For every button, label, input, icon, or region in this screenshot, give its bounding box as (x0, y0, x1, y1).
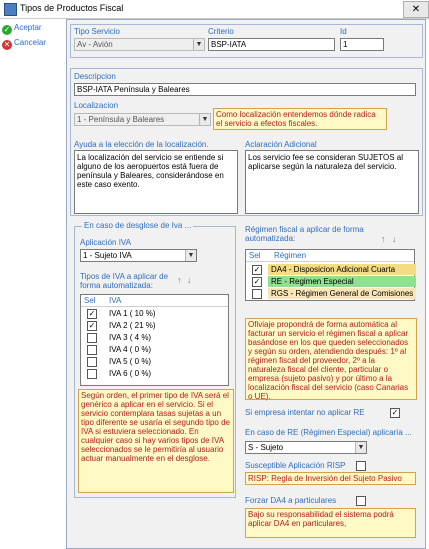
regimen-col-sel: Sel (249, 251, 261, 260)
da4-label: Forzar DA4 a particulares (245, 496, 337, 505)
iva-row[interactable]: IVA 5 ( 0 %) (81, 357, 228, 367)
title-bar: Tipos de Productos Fiscal ✕ (0, 0, 429, 19)
caso-re-select[interactable]: S - Sujeto ▼ (245, 441, 367, 454)
window-title: Tipos de Productos Fiscal (20, 3, 124, 13)
regimen-note: Ofiviaje propondrá de forma automática a… (245, 318, 417, 401)
regimen-row[interactable]: DA4 - Disposicion Adicional Cuarta ✓ (246, 264, 416, 275)
iva-header-divider (81, 306, 228, 307)
regimen-row-label: DA4 - Disposicion Adicional Cuarta (268, 264, 416, 275)
iva-row-label: IVA 5 ( 0 %) (109, 357, 152, 366)
side-toolbar: ✓ Aceptar ✕ Cancelar (0, 19, 64, 549)
sort-up-icon[interactable]: ↑ (177, 275, 182, 285)
localizacion-select[interactable]: 1 - Península y Baleares ▼ (74, 113, 211, 126)
desglose-title: En caso de desglose de Iva ... (82, 221, 194, 230)
ayuda-label: Ayuda a la elección de la localización. (74, 140, 209, 149)
regimen-row[interactable]: RE - Regimen Especial ✓ (246, 276, 416, 287)
regimen-row-label: RGS - Régimen General de Comisiones (268, 288, 416, 299)
regimen-row-checkbox[interactable] (252, 289, 262, 299)
chevron-down-icon: ▼ (199, 114, 210, 125)
da4-checkbox[interactable] (356, 496, 366, 506)
tipo-servicio-select[interactable]: Av - Avión ▼ (74, 38, 205, 51)
tipos-iva-label: Tipos de IVA a aplicar de forma automati… (80, 272, 169, 290)
localizacion-note: Como localización entendemos dónde radic… (213, 108, 387, 130)
aclaracion-textarea[interactable]: Los servicio fee se consideran SUJETOS a… (245, 150, 419, 214)
regimen-row-checkbox[interactable]: ✓ (252, 277, 262, 287)
close-button[interactable]: ✕ (403, 1, 429, 18)
si-empresa-label: Si empresa intentar no aplicar RE (245, 408, 365, 417)
iva-row-checkbox[interactable] (87, 357, 97, 367)
chevron-down-icon: ▼ (185, 250, 196, 261)
iva-col-iva: IVA (109, 296, 122, 305)
iva-row[interactable]: IVA 3 ( 4 %) (81, 333, 228, 343)
caso-re-label: En caso de RE (Régimen Especial) aplicar… (245, 428, 412, 437)
descripcion-label: Descripcion (74, 72, 116, 81)
iva-row-checkbox[interactable]: ✓ (87, 309, 97, 319)
caso-re-value: S - Sujeto (248, 443, 284, 452)
iva-row-label: IVA 6 ( 0 %) (109, 369, 152, 378)
aclaracion-label: Aclaración Adicional (245, 140, 317, 149)
ayuda-textarea[interactable]: La localización del servicio se entiende… (74, 150, 238, 214)
regimen-header-divider (246, 261, 414, 262)
risp-label: Susceptible Aplicación RISP (245, 461, 346, 470)
iva-row-label: IVA 4 ( 0 %) (109, 345, 152, 354)
accept-label: Aceptar (14, 23, 42, 32)
iva-row-checkbox[interactable] (87, 333, 97, 343)
localizacion-value: 1 - Península y Baleares (77, 115, 165, 124)
regimen-col-reg: Régimen (274, 251, 307, 260)
sort-down-icon[interactable]: ↓ (392, 234, 397, 244)
aplicacion-iva-select[interactable]: 1 - Sujeto IVA ▼ (80, 249, 197, 262)
descripcion-input[interactable]: BSP-IATA Península y Baleares (74, 83, 416, 96)
id-input[interactable]: 1 (340, 38, 384, 51)
localizacion-label: Localizacion (74, 101, 119, 110)
accept-button[interactable]: ✓ Aceptar (2, 23, 42, 35)
regimen-row-checkbox[interactable]: ✓ (252, 265, 262, 275)
regimen-row[interactable]: RGS - Régimen General de Comisiones (246, 288, 416, 299)
regimen-list: Sel Régimen DA4 - Disposicion Adicional … (245, 249, 416, 301)
iva-row[interactable]: ✓ IVA 2 ( 21 %) (81, 321, 228, 331)
sort-up-icon[interactable]: ↑ (381, 234, 386, 244)
iva-row-checkbox[interactable]: ✓ (87, 321, 97, 331)
iva-col-sel: Sel (84, 296, 96, 305)
risp-note: RISP: Regla de Inversión del Sujeto Pasi… (245, 472, 416, 485)
iva-list: Sel IVA ✓ IVA 1 ( 10 %) ✓ IVA 2 ( 21 %) IVA … (80, 294, 229, 386)
iva-row-checkbox[interactable] (87, 345, 97, 355)
iva-row-label: IVA 2 ( 21 %) (109, 321, 156, 330)
tipo-servicio-value: Av - Avión (77, 40, 113, 49)
regimen-row-label: RE - Regimen Especial (268, 276, 416, 287)
criterio-label: Criterio (208, 27, 234, 36)
si-empresa-checkbox[interactable]: ✓ (390, 408, 400, 418)
app-icon (4, 3, 17, 16)
risp-checkbox[interactable] (356, 461, 366, 471)
iva-row-label: IVA 1 ( 10 %) (109, 309, 156, 318)
desglose-note: Según orden, el primer tipo de IVA será … (78, 389, 234, 493)
iva-row-label: IVA 3 ( 4 %) (109, 333, 152, 342)
iva-row[interactable]: IVA 6 ( 0 %) (81, 369, 228, 379)
cancel-icon: ✕ (2, 40, 12, 50)
iva-row-checkbox[interactable] (87, 369, 97, 379)
aplicacion-iva-label: Aplicación IVA (80, 238, 131, 247)
chevron-down-icon: ▼ (193, 39, 204, 50)
da4-note: Bajo su responsabilidad el sistema podrá… (245, 508, 416, 538)
id-label: Id (340, 27, 347, 36)
aplicacion-iva-value: 1 - Sujeto IVA (83, 251, 132, 260)
regimen-label: Régimen fiscal a aplicar de forma automa… (245, 225, 364, 243)
iva-row[interactable]: IVA 4 ( 0 %) (81, 345, 228, 355)
cancel-button[interactable]: ✕ Cancelar (2, 38, 46, 50)
cancel-label: Cancelar (14, 38, 47, 47)
sort-down-icon[interactable]: ↓ (187, 275, 192, 285)
tipo-servicio-label: Tipo Servicio (74, 27, 120, 36)
chevron-down-icon: ▼ (355, 442, 366, 453)
criterio-input[interactable]: BSP-IATA (208, 38, 335, 51)
iva-row[interactable]: ✓ IVA 1 ( 10 %) (81, 309, 228, 319)
check-icon: ✓ (2, 25, 12, 35)
